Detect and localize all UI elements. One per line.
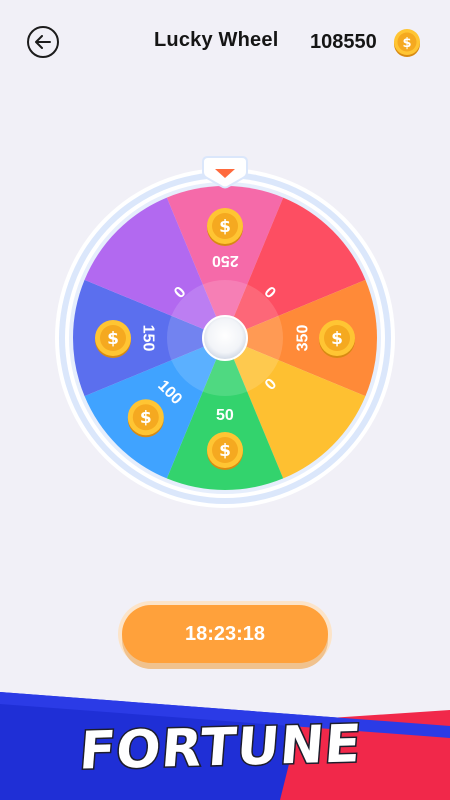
- fortune-text: FORTUNE: [76, 713, 366, 783]
- wheel-segment-label: 250: [211, 252, 239, 269]
- svg-text:$: $: [107, 329, 119, 349]
- wheel-segment-label: 50: [216, 407, 234, 424]
- coin-icon: $: [319, 320, 355, 358]
- svg-text:$: $: [331, 329, 343, 349]
- wheel-segment-label: 150: [138, 324, 156, 352]
- spin-timer-button[interactable]: 18:23:18: [122, 605, 328, 663]
- coin-icon: $: [207, 432, 243, 470]
- svg-text:$: $: [219, 441, 231, 461]
- wheel-segment-label: 350: [293, 324, 311, 352]
- coin-icon: $: [95, 320, 131, 358]
- svg-text:$: $: [219, 217, 231, 237]
- coin-icon: $: [127, 399, 164, 438]
- coin-icon: $: [207, 208, 243, 246]
- svg-text:$: $: [140, 408, 152, 428]
